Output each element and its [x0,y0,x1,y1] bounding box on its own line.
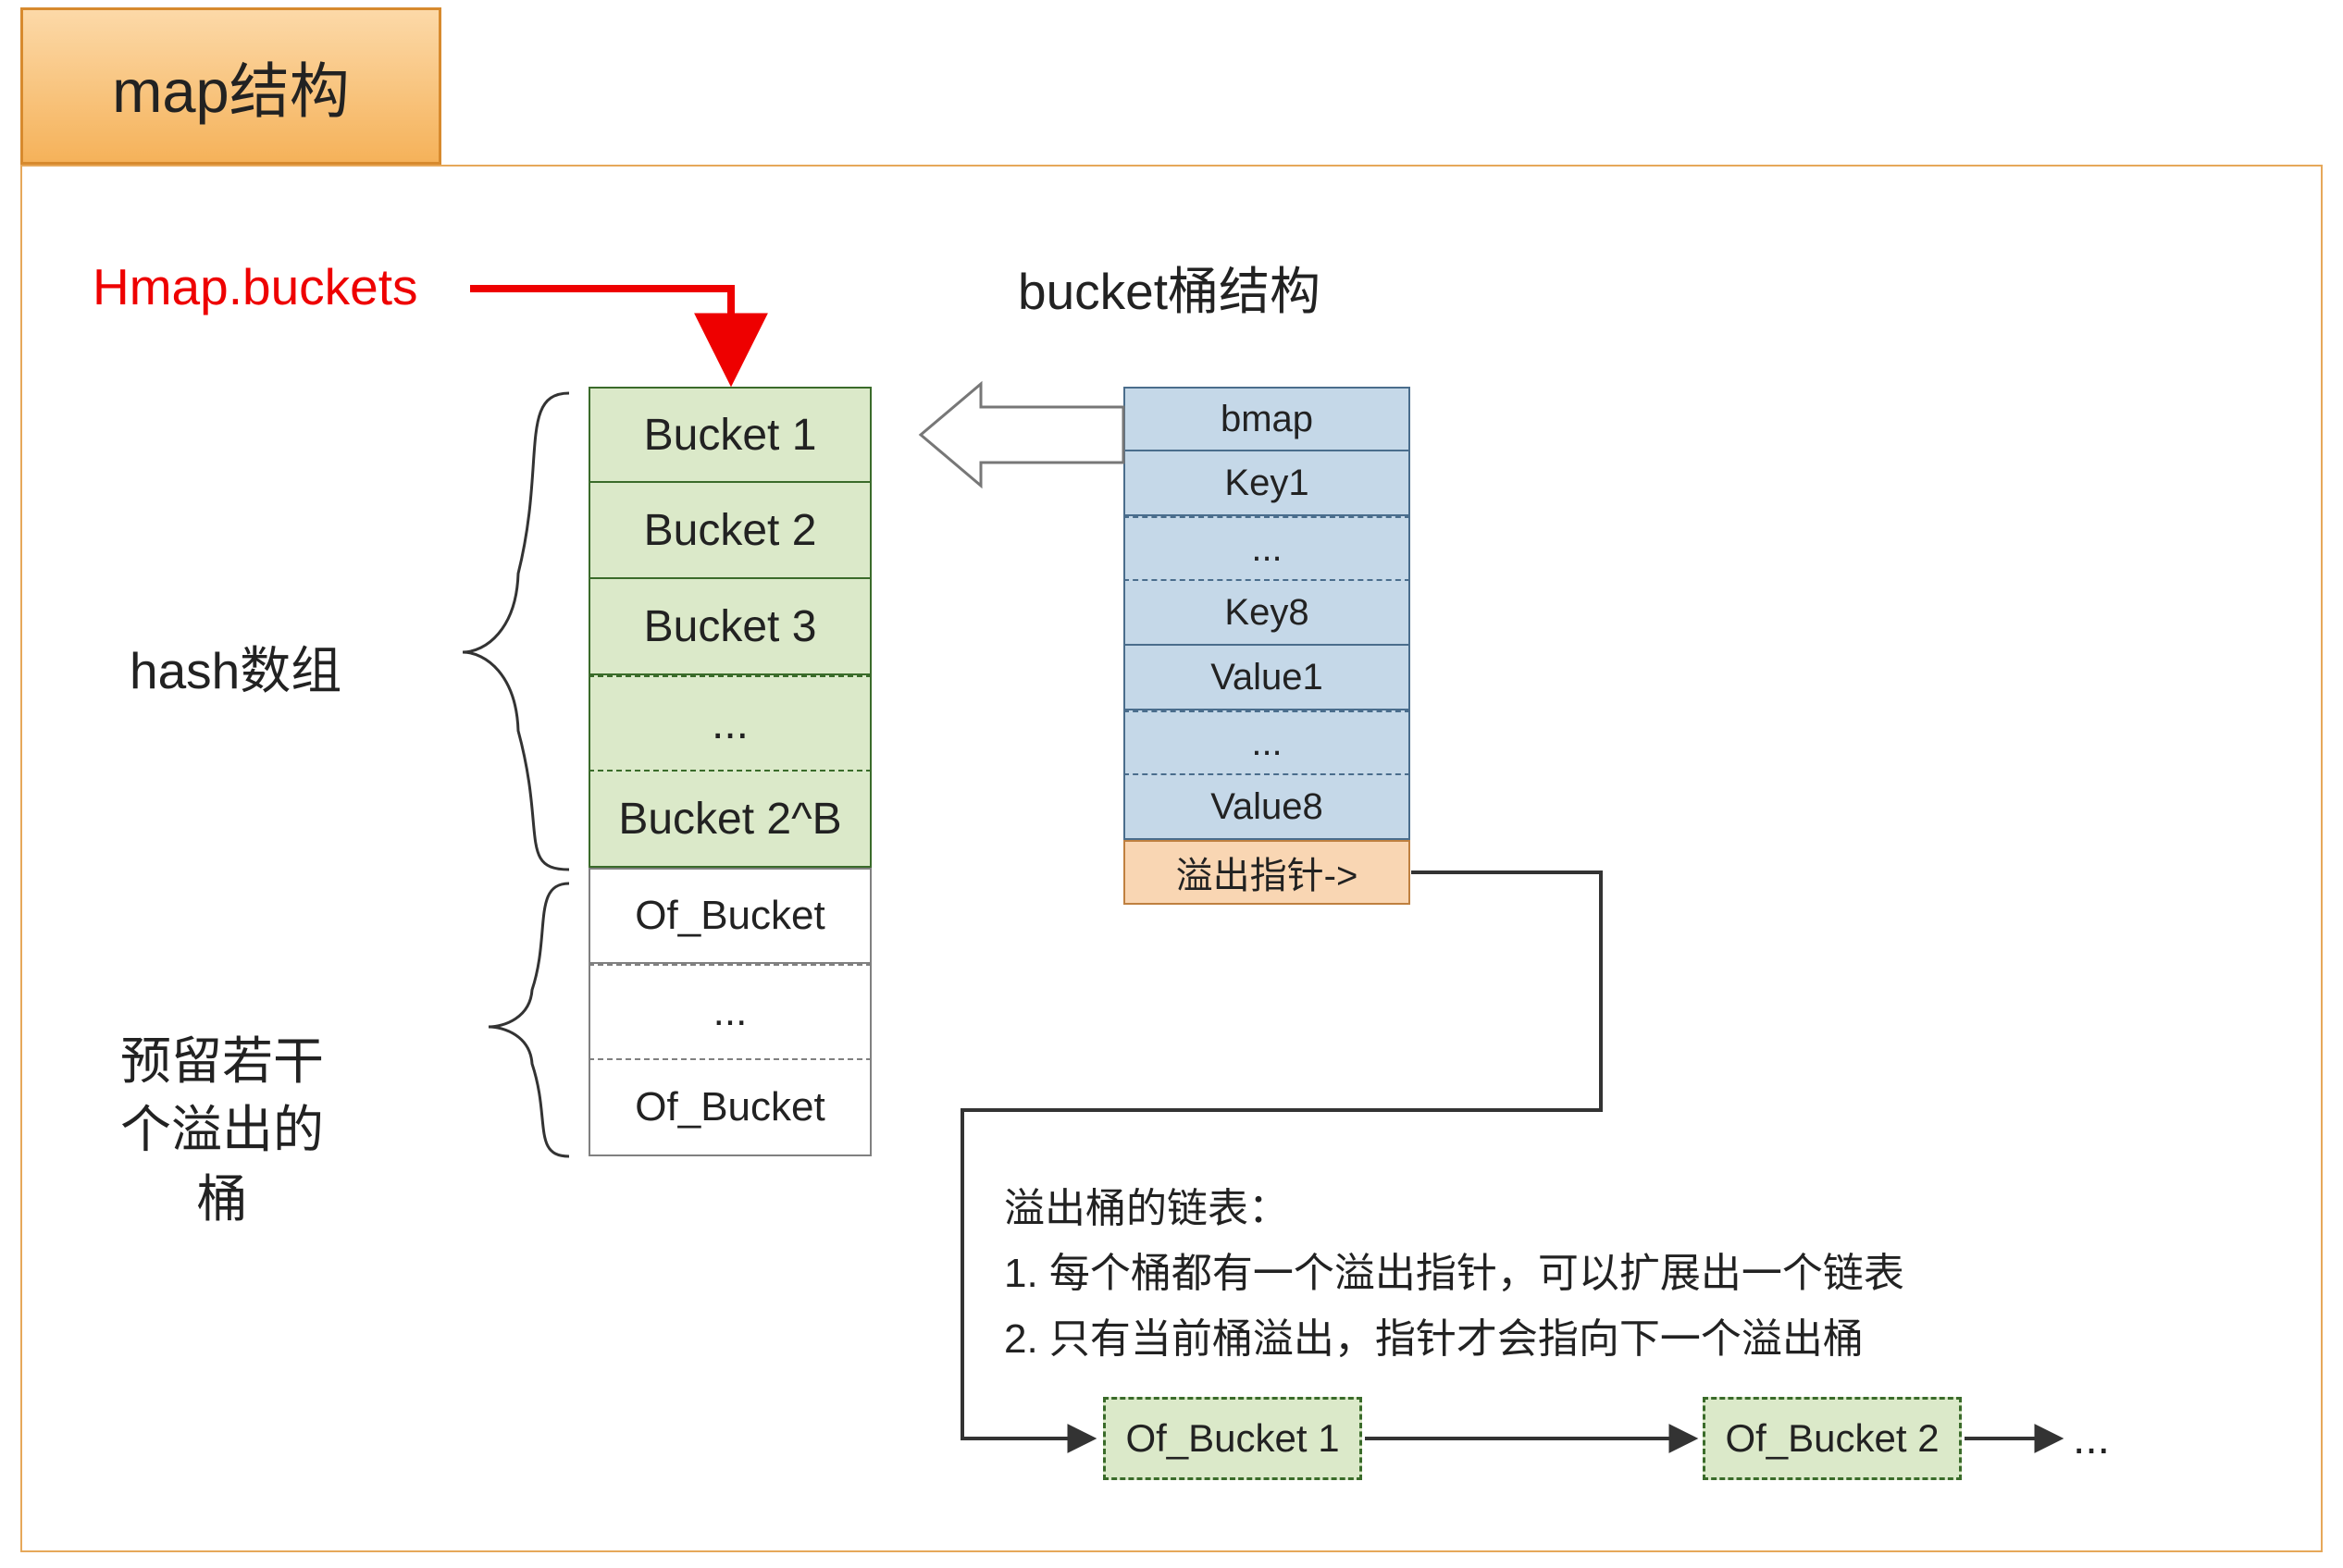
block-arrow-icon [921,384,1123,486]
arrows-layer [0,0,2343,1568]
brace-overflow [489,883,569,1156]
brace-hash-array [463,393,569,870]
